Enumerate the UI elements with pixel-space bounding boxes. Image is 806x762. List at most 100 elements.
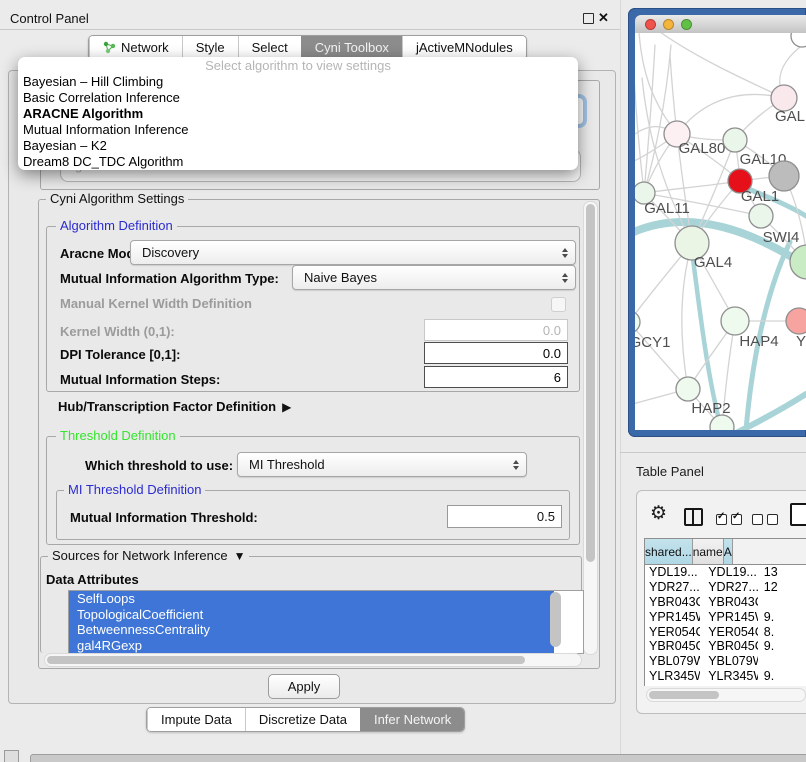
attribute-list-item[interactable]: BetweennessCentrality <box>69 622 554 638</box>
svg-text:GAL4: GAL4 <box>694 254 732 271</box>
table-row[interactable]: YLR345W YLR345W 9. <box>645 669 806 684</box>
aracne-mode-combo[interactable]: Discovery <box>130 240 576 265</box>
cell-value: 9. <box>758 639 806 653</box>
settings-vscrollbar[interactable] <box>583 201 598 655</box>
mi-type-value: Naive Bayes <box>304 270 377 285</box>
cell-value: 9 <box>758 684 806 686</box>
algorithm-popup-item[interactable]: Mutual Information Inference <box>18 122 578 138</box>
new-table-icon[interactable] <box>790 503 806 526</box>
collapsed-panel-icon[interactable] <box>4 750 19 762</box>
settings-vscrollbar-thumb[interactable] <box>586 204 595 562</box>
attribute-list-item[interactable]: gal4RGexp <box>69 638 554 654</box>
algorithm-popup-item[interactable]: ARACNE Algorithm <box>18 106 578 122</box>
columns-icon[interactable] <box>684 508 703 526</box>
aracne-mode-value: Discovery <box>142 245 199 260</box>
hub-definition-label: Hub/Transcription Factor Definition <box>58 399 276 414</box>
mi-steps-input[interactable]: 6 <box>424 366 568 388</box>
algorithm-popup-item[interactable]: Bayesian – Hill Climbing <box>18 74 578 90</box>
control-panel-tab[interactable]: Select <box>238 36 301 59</box>
table-row[interactable]: YIL052C YIL052C 9 <box>645 683 806 686</box>
cell-shared-name: YDR27... <box>645 580 700 594</box>
mi-type-label: Mutual Information Algorithm Type: <box>60 271 279 286</box>
algorithm-popup-item[interactable]: Basic Correlation Inference <box>18 90 578 106</box>
algorithm-popup-list: Bayesian – Hill Climbing Basic Correlati… <box>18 74 578 170</box>
mi-threshold-value: 0.5 <box>537 509 555 524</box>
traffic-light-icon[interactable] <box>645 19 656 30</box>
select-all-checks-icon[interactable] <box>716 512 746 530</box>
apply-button-label: Apply <box>288 679 321 694</box>
table-hscrollbar[interactable] <box>646 688 806 702</box>
cell-name: YDR27... <box>700 580 758 594</box>
float-panel-icon[interactable] <box>583 13 594 24</box>
control-panel-tab[interactable]: Cyni Toolbox <box>301 36 402 59</box>
titlebar-divider <box>0 29 620 30</box>
svg-text:HAP4: HAP4 <box>739 333 778 350</box>
kernel-width-input[interactable]: 0.0 <box>424 319 568 341</box>
algorithm-popup-item[interactable]: Bayesian – K2 <box>18 138 578 154</box>
tab-label: Cyni Toolbox <box>315 40 389 55</box>
cell-shared-name: YBR045C <box>645 639 700 653</box>
tablepanel-divider <box>620 452 806 453</box>
table-row[interactable]: YPR145W YPR145W 9. <box>645 609 806 624</box>
mi-type-combo[interactable]: Naive Bayes <box>292 265 576 290</box>
attribute-list-item[interactable]: TopologicalCoefficient <box>69 607 554 623</box>
manual-kernel-label: Manual Kernel Width Definition <box>60 296 252 311</box>
cell-name: YBL079W <box>700 654 758 668</box>
tab-label: Discretize Data <box>259 712 347 727</box>
cell-name: YLR345W <box>700 669 758 683</box>
network-tab-icon <box>103 41 116 54</box>
attribute-list-item[interactable]: SelfLoops <box>69 591 554 607</box>
dpi-tolerance-input[interactable]: 0.0 <box>424 342 568 364</box>
settings-hscrollbar-thumb[interactable] <box>47 656 525 664</box>
cell-shared-name: YER054C <box>645 625 700 639</box>
table-header-cell[interactable]: A <box>724 539 733 564</box>
settings-hscrollbar[interactable] <box>44 653 582 667</box>
tab-label: Select <box>252 40 288 55</box>
app-root: Control Panel ✕ Network Style <box>0 0 806 762</box>
network-window-titlebar[interactable] <box>635 15 806 34</box>
mi-threshold-title: MI Threshold Definition <box>64 483 205 497</box>
mi-steps-label: Mutual Information Steps: <box>60 372 220 387</box>
hub-definition-toggle[interactable]: Hub/Transcription Factor Definition ▶ <box>58 399 291 414</box>
cell-name: YPR145W <box>700 610 758 624</box>
control-panel-tab[interactable]: Network <box>89 36 182 59</box>
table-header-cell[interactable]: shared... <box>645 539 693 564</box>
cell-value: 13 <box>758 565 806 579</box>
data-attributes-list[interactable]: SelfLoops TopologicalCoefficient Between… <box>68 590 584 654</box>
control-panel-tab[interactable]: jActiveMNodules <box>402 36 526 59</box>
table-row[interactable]: YER054C YER054C 8. <box>645 624 806 639</box>
control-panel-tab[interactable]: Style <box>182 36 238 59</box>
close-panel-icon[interactable]: ✕ <box>598 11 609 24</box>
table-hscrollbar-thumb[interactable] <box>649 691 719 699</box>
which-threshold-combo[interactable]: MI Threshold <box>237 452 527 477</box>
network-canvas[interactable]: GALGAL80GAL10GAL1GAL11SWI4GAL4GCY1HAP4YH… <box>635 33 806 430</box>
svg-text:HAP2: HAP2 <box>691 400 730 417</box>
table-row[interactable]: YBL079W YBL079W <box>645 654 806 669</box>
table-row[interactable]: YDR27... YDR27... 12 <box>645 580 806 595</box>
apply-button[interactable]: Apply <box>268 674 340 699</box>
traffic-light-icon[interactable] <box>663 19 674 30</box>
svg-text:GCY1: GCY1 <box>635 334 670 351</box>
sources-title[interactable]: Sources for Network Inference▼ <box>48 549 249 563</box>
algorithm-popup-item[interactable]: Dream8 DC_TDC Algorithm <box>18 154 578 170</box>
manual-kernel-checkbox[interactable] <box>551 297 566 312</box>
svg-text:SWI4: SWI4 <box>763 229 800 246</box>
bottom-collapsed-bar[interactable] <box>30 754 806 762</box>
attributes-vscrollbar-thumb[interactable] <box>550 592 561 647</box>
bottom-tab[interactable]: Infer Network <box>360 708 464 731</box>
mi-threshold-input[interactable]: 0.5 <box>447 505 562 528</box>
table-row[interactable]: YBR045C YBR045C 9. <box>645 639 806 654</box>
table-row[interactable]: YBR043C YBR043C <box>645 595 806 610</box>
bottom-tab[interactable]: Discretize Data <box>245 708 360 731</box>
cell-shared-name: YBL079W <box>645 654 700 668</box>
collapse-down-icon: ▼ <box>234 549 246 563</box>
bottom-tab[interactable]: Impute Data <box>147 708 245 731</box>
gear-icon[interactable]: ⚙ <box>650 504 667 524</box>
table-header-cell[interactable]: name <box>693 539 724 564</box>
table-panel-title: Table Panel <box>636 464 704 479</box>
cell-shared-name: YBR043C <box>645 595 700 609</box>
deselect-all-checks-icon[interactable] <box>752 512 782 530</box>
dpi-tolerance-label: DPI Tolerance [0,1]: <box>60 347 180 362</box>
table-row[interactable]: YDL19... YDL19... 13 <box>645 565 806 580</box>
traffic-light-icon[interactable] <box>681 19 692 30</box>
